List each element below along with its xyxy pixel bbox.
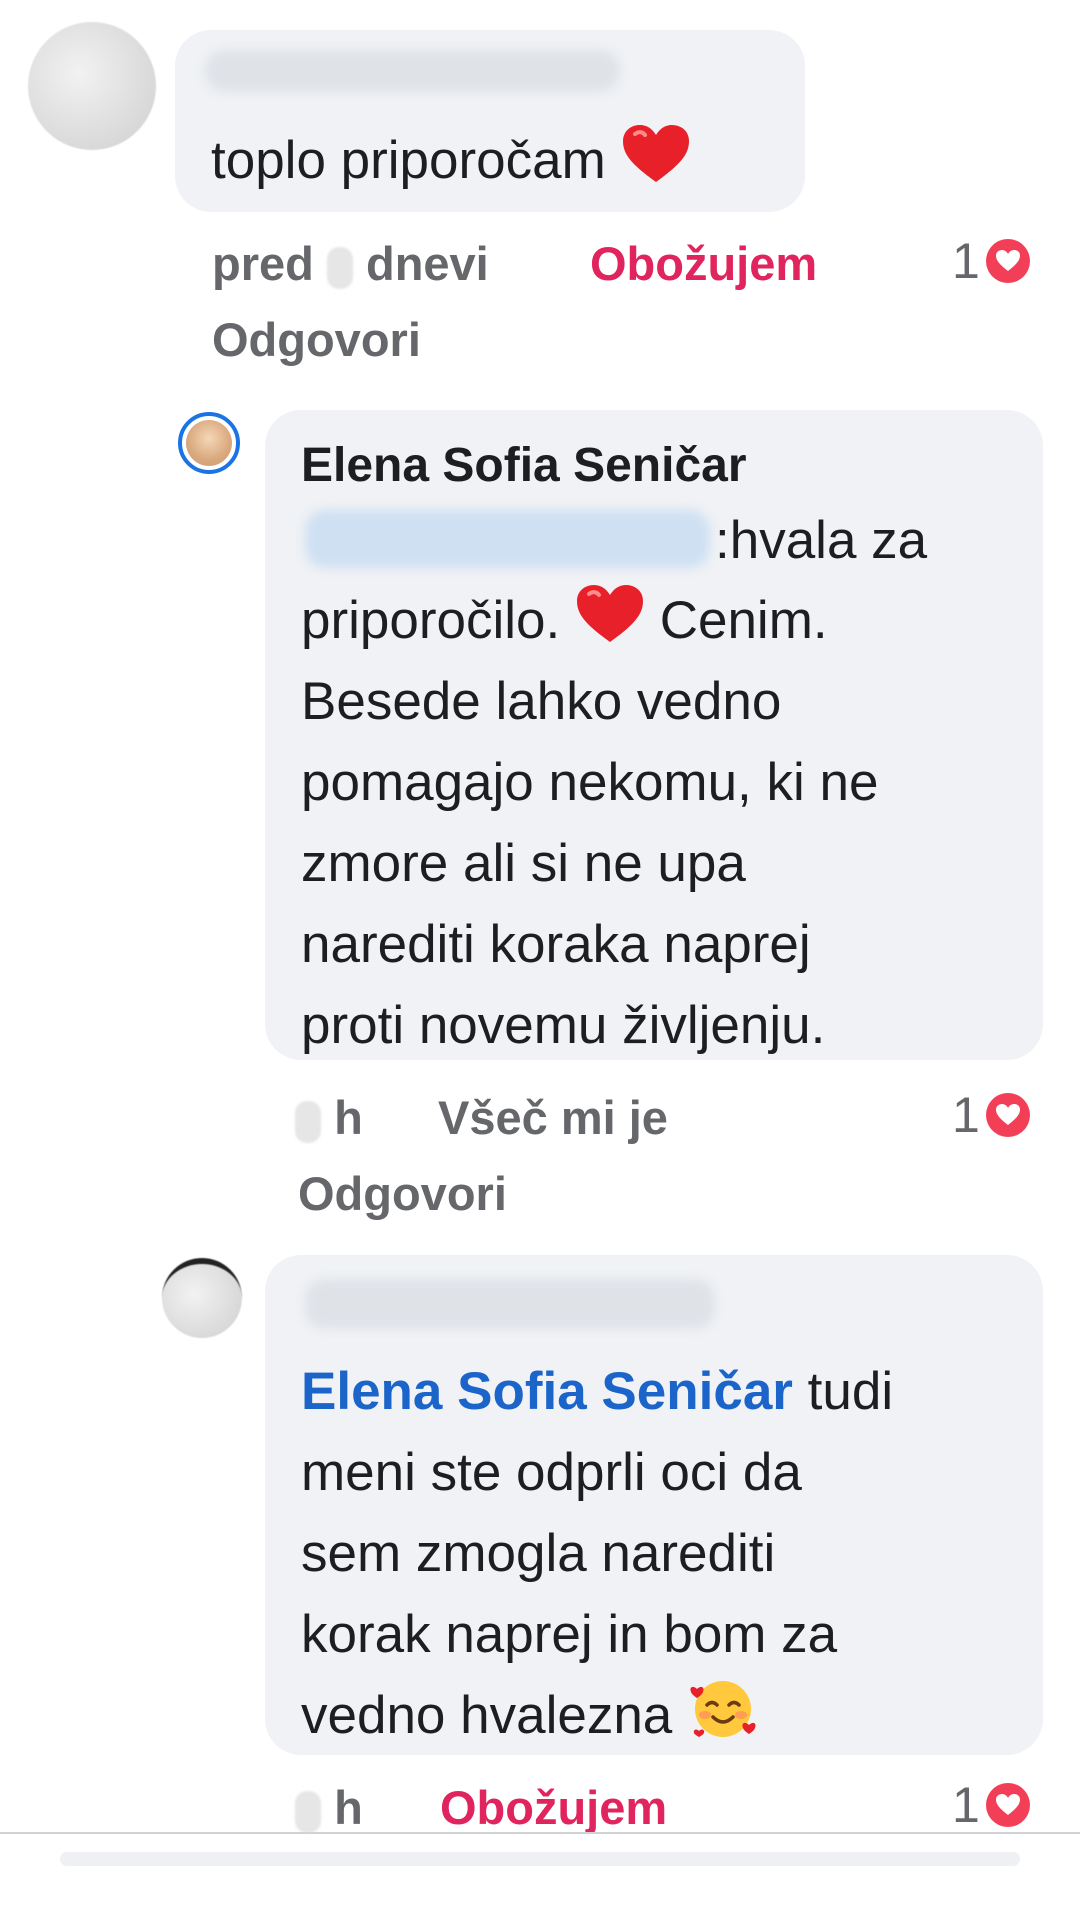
reply-text-line: meni ste odprli oci da (301, 1443, 802, 1502)
reply-text-line: proti novemu življenju. (301, 996, 826, 1055)
comment-text: toplo priporočam (211, 120, 691, 209)
time-suffix: dnevi (365, 237, 489, 290)
reply-meta: h (295, 1090, 363, 1145)
redacted-name (205, 50, 620, 92)
love-reaction-icon (985, 1783, 1030, 1827)
heart-emoji-icon (621, 124, 691, 209)
reply-text-line: Elena Sofia Seničar tudi (301, 1362, 894, 1421)
mention-link[interactable]: Elena Sofia Seničar (301, 1362, 793, 1421)
reply-text-line: vedno hvalezna (301, 1675, 759, 1764)
reaction-count-number: 1 (952, 233, 980, 289)
love-reaction-icon (985, 1093, 1030, 1137)
reaction-count-number: 1 (952, 1087, 980, 1143)
author-photo (186, 420, 232, 466)
time-unit: h (334, 1091, 363, 1144)
reaction-count[interactable]: 1 (952, 1776, 1030, 1834)
comment-input-bar[interactable] (60, 1852, 1020, 1866)
reply-link[interactable]: Odgovori (212, 312, 421, 367)
reply-text-line: Besede lahko vedno (301, 672, 782, 731)
reply-text-first-line: :hvala za (715, 511, 928, 570)
author-name[interactable]: Elena Sofia Seničar (301, 438, 747, 493)
smiling-face-with-hearts-emoji-icon (687, 1675, 759, 1764)
reply-bubble: Elena Sofia Seničar :hvala za priporočil… (265, 410, 1043, 1060)
reply-meta: h (295, 1780, 363, 1835)
reply-text-line: sem zmogla narediti (301, 1524, 776, 1583)
reply-text-line: narediti koraka naprej (301, 915, 811, 974)
like-button[interactable]: Všeč mi je (438, 1090, 668, 1145)
reaction-count[interactable]: 1 (952, 1086, 1030, 1144)
reply-text-line: zmore ali si ne upa (301, 834, 746, 893)
commenter-avatar[interactable] (162, 1258, 242, 1338)
commenter-avatar[interactable] (28, 22, 156, 150)
redacted-number (326, 246, 353, 289)
love-reaction-button[interactable]: Obožujem (590, 236, 817, 291)
love-reaction-icon (985, 239, 1030, 283)
love-reaction-button[interactable]: Obožujem (440, 1780, 667, 1835)
author-avatar[interactable] (178, 412, 240, 474)
redacted-name (305, 1279, 715, 1329)
comment-meta: pred dnevi (212, 236, 489, 291)
redacted-number (295, 1790, 321, 1833)
heart-emoji-icon (575, 584, 645, 669)
time-unit: h (334, 1781, 363, 1834)
reply-link[interactable]: Odgovori (298, 1166, 507, 1221)
reply-text-line: korak naprej in bom za (301, 1605, 838, 1664)
time-prefix: pred (212, 237, 314, 290)
reaction-count[interactable]: 1 (952, 232, 1030, 290)
reaction-count-number: 1 (952, 1777, 980, 1833)
comment-bubble: toplo priporočam (175, 30, 805, 212)
reply-text-line: pomagajo nekomu, ki ne (301, 753, 879, 812)
reply-bubble: Elena Sofia Seničar tudi meni ste odprli… (265, 1255, 1043, 1755)
reply-text-line: priporočilo. Cenim. (301, 580, 828, 669)
redacted-number (295, 1100, 321, 1143)
redacted-mention (305, 510, 710, 568)
bottom-divider (0, 1832, 1080, 1834)
